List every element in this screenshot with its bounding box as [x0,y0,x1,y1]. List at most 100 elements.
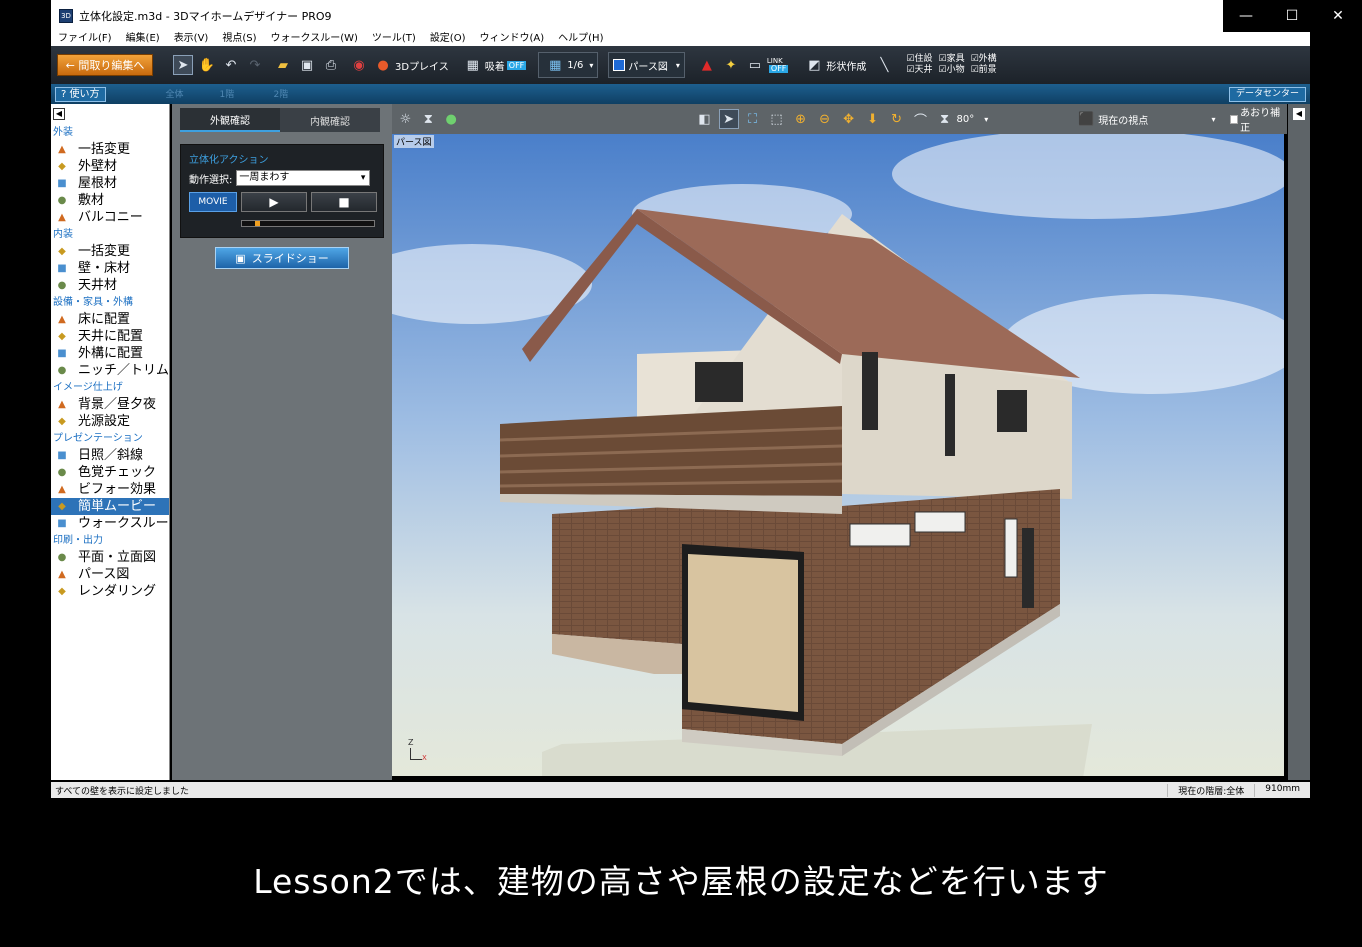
chevron-down-icon[interactable]: ▾ [984,115,988,124]
move-icon[interactable]: ✥ [839,109,859,129]
sidebar-item[interactable]: ■ ウォークスルー [51,515,169,532]
menu-view[interactable]: 表示(V) [167,32,216,46]
sidebar-item[interactable]: ▲ 一括変更 [51,141,169,158]
sidebar-item[interactable]: ▲ 床に配置 [51,311,169,328]
redo-icon[interactable]: ↷ [245,55,265,75]
box-view-icon[interactable]: ◧ [695,109,715,129]
zoom-out-icon[interactable]: ⊖ [815,109,835,129]
sidebar-item[interactable]: ◆ 簡単ムービー [51,498,169,515]
sidebar-item[interactable]: ◆ 天井に配置 [51,328,169,345]
sidebar-item[interactable]: ◆ 光源設定 [51,413,169,430]
tilt-icon[interactable]: ⌒ [911,109,931,129]
floorplan-edit-button[interactable]: ← 間取り編集へ [57,54,153,76]
sidebar-item[interactable]: ◆ 一括変更 [51,243,169,260]
sidebar-item[interactable]: ● 敷材 [51,192,169,209]
collapse-right-icon[interactable]: ◀ [1293,108,1305,120]
action-title: 立体化アクション [189,155,269,166]
shape-create-icon[interactable]: ◩ [804,55,824,75]
sidebar-item-icon: ◆ [58,586,66,597]
menu-edit[interactable]: 編集(E) [119,32,167,46]
print-icon[interactable]: ⎙ [321,55,341,75]
viewpoint-dropdown[interactable]: ⬛ 現在の視点 ▾ [1074,110,1215,128]
menu-help[interactable]: ヘルプ(H) [551,32,610,46]
3d-viewport[interactable]: パース図 Z X [392,134,1284,776]
snap-state-badge[interactable]: OFF [506,60,527,70]
ruler-icon[interactable]: ╲ [874,55,894,75]
tab-floor-1[interactable]: 1階 [220,87,260,101]
light-icon[interactable]: ☼ [396,109,415,129]
material-icon[interactable]: ◉ [349,55,369,75]
sidebar-item[interactable]: ■ 壁・床材 [51,260,169,277]
howto-button[interactable]: ? 使い方 [55,86,106,102]
hourglass-icon[interactable]: ⧗ [419,109,438,129]
view-mode-dropdown[interactable]: パース図 ▾ [608,52,685,78]
menu-window[interactable]: ウィンドウ(A) [473,32,552,46]
close-button[interactable]: ✕ [1315,0,1361,32]
movie-button[interactable]: MOVIE [189,192,237,212]
sidebar-item[interactable]: ◆ レンダリング [51,583,169,600]
visibility-check-group-2[interactable]: ☑家具 ☑小物 [938,54,964,76]
menu-file[interactable]: ファイル(F) [51,32,119,46]
roof-icon[interactable]: ▲ [697,55,717,75]
scale-dropdown[interactable]: ▦ 1/6 ▾ [538,52,599,78]
view-select-icon[interactable]: ➤ [718,109,739,129]
slideshow-button[interactable]: ▣ スライドショー [215,247,349,269]
menu-tools[interactable]: ツール(T) [365,32,423,46]
minimize-button[interactable]: — [1223,0,1269,32]
walk-down-icon[interactable]: ⬇ [863,109,883,129]
sidebar-item[interactable]: ▲ ビフォー効果 [51,481,169,498]
sidebar-section-title: 内装 [53,229,73,240]
grid-icon[interactable]: ▦ [463,55,483,75]
fit-view-icon[interactable]: ⛶ [743,109,763,129]
orbit-icon[interactable]: ↻ [887,109,907,129]
link-monitor-icon[interactable]: ▭ [745,55,765,75]
datacenter-button[interactable]: データセンター [1228,86,1306,102]
save-icon[interactable]: ▣ [297,55,317,75]
select-arrow-icon[interactable]: ➤ [173,55,193,75]
stop-button[interactable]: ■ [311,192,377,212]
tilt-correct-checkbox[interactable]: あおり補正 [1229,104,1287,134]
play-button[interactable]: ▶ [241,192,307,212]
slider-knob[interactable] [255,221,260,226]
pan-hand-icon[interactable]: ✋ [197,55,217,75]
zoom-in-icon[interactable]: ⊕ [791,109,811,129]
visibility-check-group-1[interactable]: ☑住設 ☑天井 [906,54,932,76]
collapse-left-icon[interactable]: ◀ [53,108,65,120]
menu-viewpoint[interactable]: 視点(S) [215,32,263,46]
sidebar-item[interactable]: ■ 外構に配置 [51,345,169,362]
menu-walkthrough[interactable]: ウォークスルー(W) [264,32,365,46]
3d-place-label[interactable]: 3Dプレイス [395,58,449,73]
fov-icon[interactable]: ⧗ [935,109,955,129]
sidebar-item[interactable]: ■ 日照／斜線 [51,447,169,464]
angle-value[interactable]: 80° [957,114,975,125]
visibility-check-group-3[interactable]: ☑外構 ☑前景 [971,54,997,76]
sidebar-item[interactable]: ● 色覚チェック [51,464,169,481]
zoom-area-icon[interactable]: ⬚ [767,109,787,129]
menu-settings[interactable]: 設定(O) [423,32,473,46]
sidebar-item[interactable]: ■ 屋根材 [51,175,169,192]
open-folder-icon[interactable]: ▰ [273,55,293,75]
sidebar-item[interactable]: ▲ 背景／昼夕夜 [51,396,169,413]
sidebar-item[interactable]: ● ニッチ／トリム [51,362,169,379]
sidebar-item[interactable]: ▲ パース図 [51,566,169,583]
snap-label[interactable]: 吸着 [485,58,505,73]
maximize-button[interactable]: ☐ [1269,0,1315,32]
tab-interior-check[interactable]: 内観確認 [280,108,380,132]
sidebar-item[interactable]: ◆ 外壁材 [51,158,169,175]
sidebar-item[interactable]: ▲ バルコニー [51,209,169,226]
person-move-icon[interactable]: ● [442,109,461,129]
slideshow-label: スライドショー [251,252,329,265]
movie-progress-slider[interactable] [241,220,375,227]
undo-icon[interactable]: ↶ [221,55,241,75]
link-toggle[interactable]: LINK OFF [767,57,789,73]
tab-exterior-check[interactable]: 外観確認 [180,108,280,132]
shape-create-label[interactable]: 形状作成 [826,58,866,73]
sidebar-item[interactable]: ● 天井材 [51,277,169,294]
tab-all[interactable]: 全体 [166,87,206,101]
magic-wand-icon[interactable]: ✦ [721,55,741,75]
3d-place-icon[interactable]: ● [373,55,393,75]
sidebar-item[interactable]: ● 平面・立面図 [51,549,169,566]
tab-floor-2[interactable]: 2階 [274,87,314,101]
action-select[interactable]: 一周まわす [236,170,371,186]
status-grid: 910mm [1254,783,1310,797]
